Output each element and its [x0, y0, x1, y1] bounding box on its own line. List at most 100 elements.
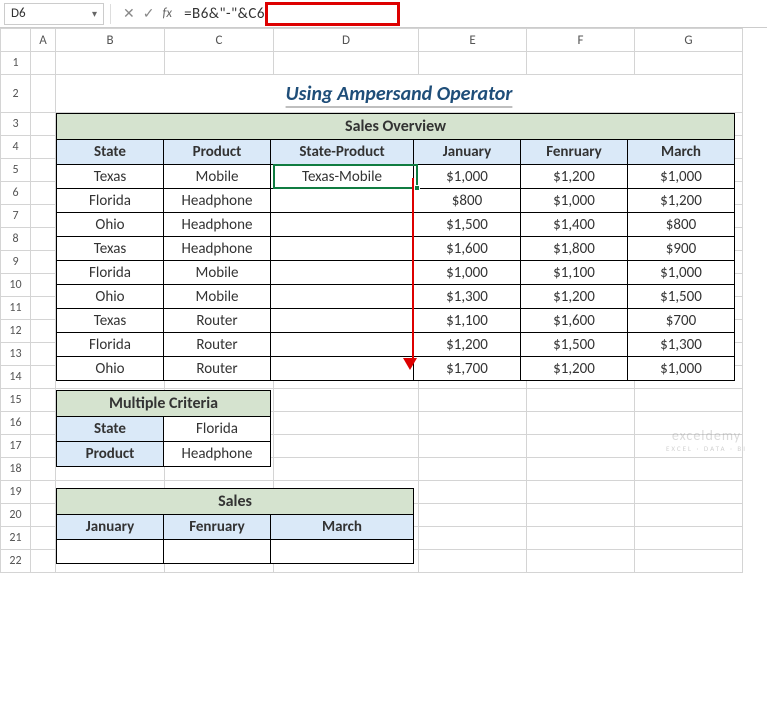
cell[interactable]: $1,200 [521, 357, 628, 381]
cell[interactable]: Router [164, 309, 271, 333]
cell[interactable] [271, 189, 414, 213]
cell[interactable]: $1,200 [521, 165, 628, 189]
col-header[interactable]: B [56, 29, 165, 52]
cell[interactable] [271, 237, 414, 261]
cell[interactable]: $1,500 [414, 213, 521, 237]
row-header[interactable]: 5 [1, 159, 31, 182]
row-header[interactable]: 15 [1, 389, 31, 412]
cell[interactable]: $1,000 [414, 261, 521, 285]
cell[interactable]: Mobile [164, 165, 271, 189]
row-header[interactable]: 12 [1, 320, 31, 343]
cell[interactable]: $1,400 [521, 213, 628, 237]
cell[interactable]: $1,000 [521, 189, 628, 213]
cell[interactable]: Florida [57, 333, 164, 357]
cell[interactable] [57, 540, 164, 564]
cell[interactable] [271, 357, 414, 381]
cell[interactable]: $1,100 [414, 309, 521, 333]
chevron-down-icon[interactable]: ▾ [92, 7, 97, 20]
cell[interactable]: $1,000 [414, 165, 521, 189]
cell[interactable]: $1,100 [521, 261, 628, 285]
cell[interactable]: $1,200 [521, 285, 628, 309]
cell[interactable]: $1,300 [414, 285, 521, 309]
cell[interactable]: Headphone [164, 213, 271, 237]
cancel-icon[interactable]: ✕ [123, 5, 135, 22]
cell[interactable]: Router [164, 357, 271, 381]
cell[interactable]: $700 [628, 309, 735, 333]
col-header[interactable]: E [419, 29, 527, 52]
cell[interactable]: $1,500 [628, 285, 735, 309]
row-header[interactable]: 7 [1, 205, 31, 228]
cell[interactable] [271, 285, 414, 309]
row-header[interactable]: 18 [1, 458, 31, 481]
formula-input[interactable]: =B6&"-"&C6 [178, 3, 763, 25]
select-all-corner[interactable] [1, 29, 31, 52]
table-row: OhioHeadphone $1,500$1,400$800 [57, 213, 735, 237]
row-header[interactable]: 20 [1, 504, 31, 527]
row-header[interactable]: 19 [1, 481, 31, 504]
cell[interactable]: $1,000 [628, 357, 735, 381]
cell[interactable]: Headphone [164, 189, 271, 213]
cell[interactable]: Florida [57, 261, 164, 285]
cell[interactable]: $1,600 [414, 237, 521, 261]
row-header[interactable]: 2 [1, 75, 31, 113]
cell[interactable] [271, 333, 414, 357]
cell[interactable]: $800 [414, 189, 521, 213]
cell[interactable]: $1,200 [628, 189, 735, 213]
row-header[interactable]: 1 [1, 52, 31, 75]
cell[interactable] [271, 540, 414, 564]
cell[interactable]: $1,800 [521, 237, 628, 261]
cell[interactable]: $1,200 [414, 333, 521, 357]
col-header[interactable]: C [165, 29, 274, 52]
row-header[interactable]: 21 [1, 527, 31, 550]
cell[interactable]: $800 [628, 213, 735, 237]
cell[interactable]: Mobile [164, 285, 271, 309]
cell[interactable]: $1,500 [521, 333, 628, 357]
cell[interactable]: Mobile [164, 261, 271, 285]
cell[interactable]: $1,300 [628, 333, 735, 357]
fill-handle[interactable] [414, 185, 420, 191]
row-header[interactable]: 9 [1, 251, 31, 274]
cell[interactable]: $900 [628, 237, 735, 261]
cell[interactable]: Ohio [57, 285, 164, 309]
cell[interactable]: Texas [57, 165, 164, 189]
cell[interactable]: $1,600 [521, 309, 628, 333]
row-header[interactable]: 16 [1, 412, 31, 435]
col-header[interactable]: D [274, 29, 419, 52]
cell[interactable]: $1,000 [628, 165, 735, 189]
row-header[interactable]: 13 [1, 343, 31, 366]
cell[interactable] [271, 213, 414, 237]
cell[interactable] [271, 261, 414, 285]
cell[interactable]: Texas [57, 237, 164, 261]
cell[interactable]: Router [164, 333, 271, 357]
row-header[interactable]: 3 [1, 113, 31, 136]
cell[interactable] [271, 309, 414, 333]
cell[interactable]: Texas-Mobile [271, 165, 414, 189]
row-header[interactable]: 14 [1, 366, 31, 389]
spreadsheet-grid[interactable]: A B C D E F G 1 2Using Ampersand Operato… [0, 28, 767, 573]
row-header[interactable]: 22 [1, 550, 31, 573]
row-header[interactable]: 8 [1, 228, 31, 251]
cell[interactable]: Headphone [164, 237, 271, 261]
name-box[interactable]: D6 ▾ [4, 3, 104, 25]
fx-icon[interactable]: fx [162, 6, 172, 21]
cell[interactable]: Ohio [57, 357, 164, 381]
col-header[interactable]: A [31, 29, 56, 52]
col-header[interactable]: F [527, 29, 635, 52]
row-header[interactable]: 6 [1, 182, 31, 205]
table-row: FloridaMobile $1,000$1,100$1,000 [57, 261, 735, 285]
col-header[interactable]: G [635, 29, 743, 52]
cell[interactable]: Ohio [57, 213, 164, 237]
cell[interactable]: Florida [57, 189, 164, 213]
cell[interactable]: Texas [57, 309, 164, 333]
cell[interactable]: $1,000 [628, 261, 735, 285]
row-header[interactable]: 17 [1, 435, 31, 458]
criteria-value[interactable]: Florida [164, 417, 271, 442]
cell[interactable]: $1,700 [414, 357, 521, 381]
row-header[interactable]: 10 [1, 274, 31, 297]
cell[interactable] [164, 540, 271, 564]
sales-overview-table: Sales Overview State Product State-Produ… [56, 113, 735, 381]
criteria-value[interactable]: Headphone [164, 442, 271, 467]
row-header[interactable]: 4 [1, 136, 31, 159]
enter-icon[interactable]: ✓ [143, 5, 155, 22]
row-header[interactable]: 11 [1, 297, 31, 320]
